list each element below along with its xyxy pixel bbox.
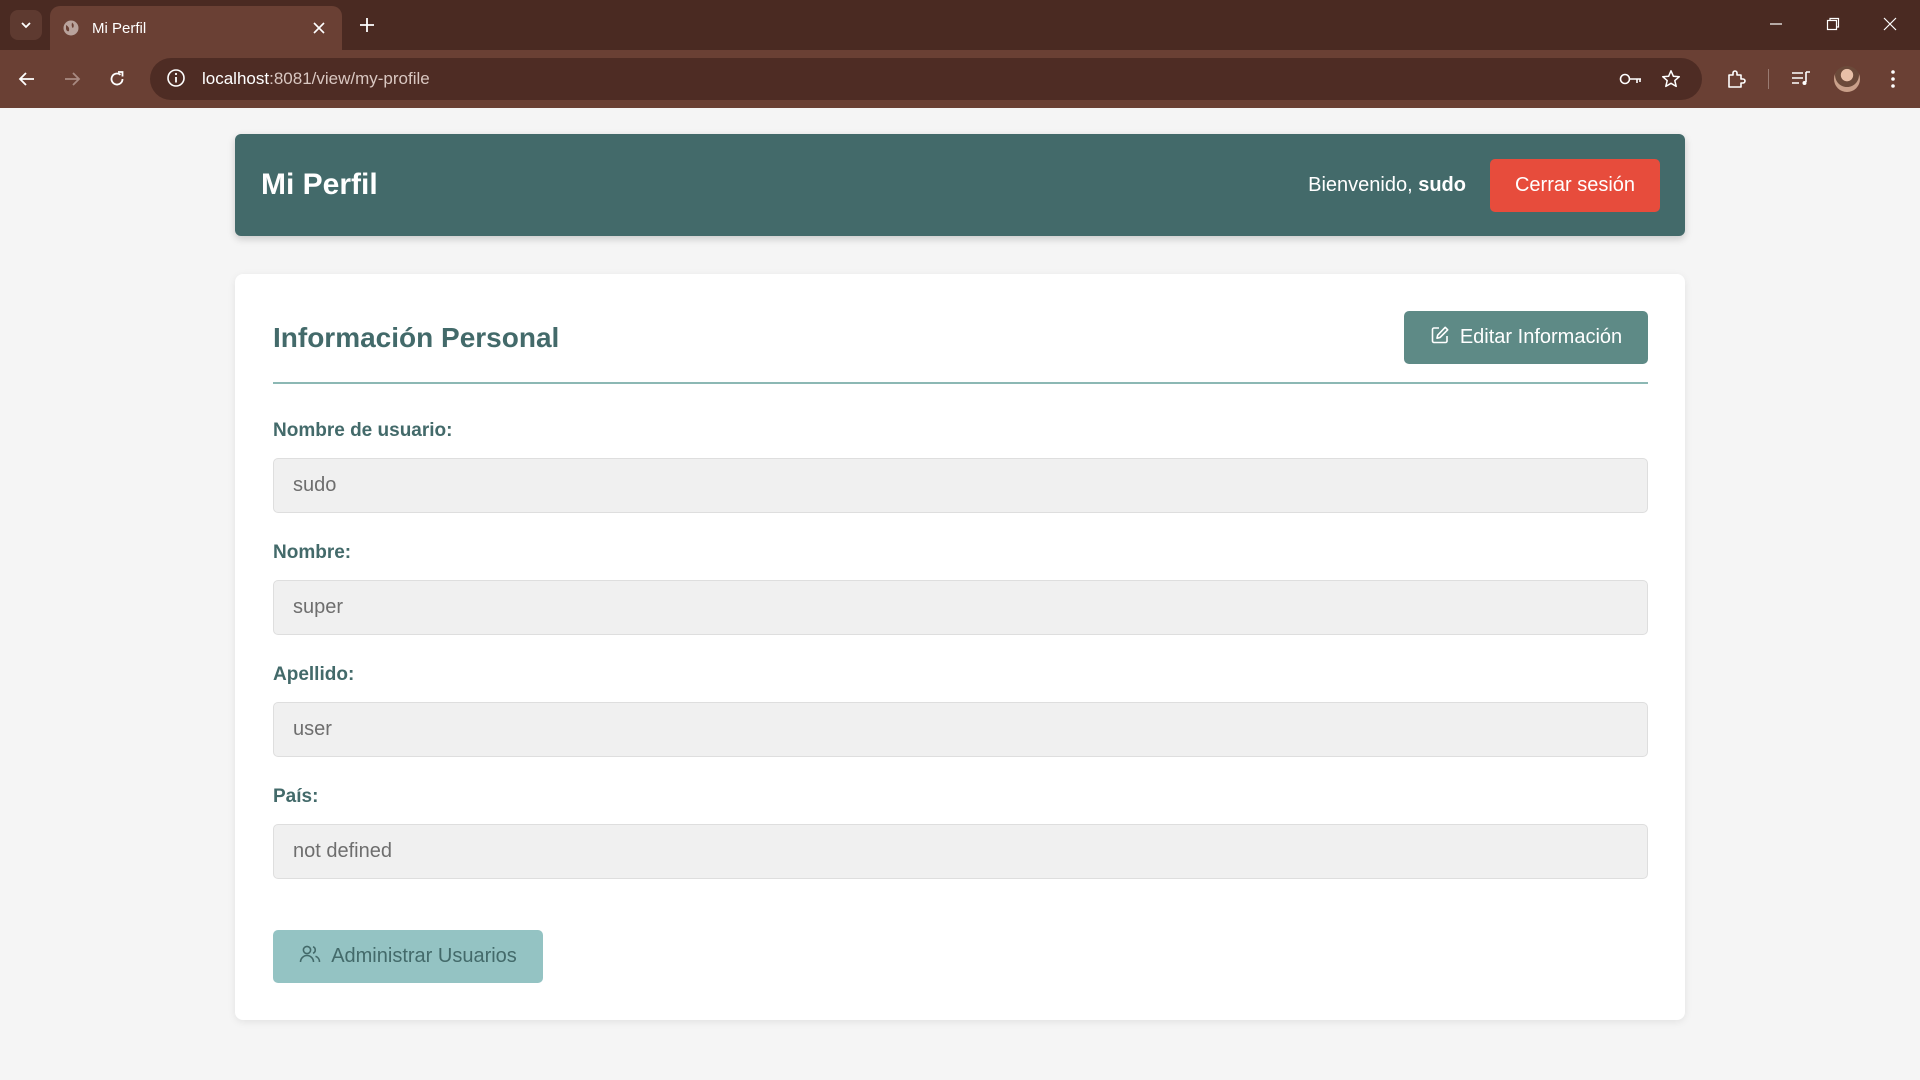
section-divider [273, 382, 1648, 384]
close-icon[interactable] [308, 17, 330, 39]
toolbar-separator [1768, 69, 1769, 89]
reload-icon[interactable] [100, 62, 134, 96]
extensions-icon[interactable] [1719, 62, 1753, 96]
section-title: Información Personal [273, 322, 560, 353]
current-username: sudo [1418, 174, 1466, 196]
welcome-prefix: Bienvenido, [1308, 174, 1419, 196]
manage-users-label: Administrar Usuarios [331, 945, 517, 967]
page-title: Mi Perfil [261, 168, 378, 201]
logout-button[interactable]: Cerrar sesión [1490, 159, 1660, 212]
browser-chrome: Mi Perfil localhost:8081/view/my-profile [0, 0, 1920, 108]
first-name-label: Nombre: [273, 542, 352, 563]
address-bar[interactable]: localhost:8081/view/my-profile [150, 58, 1702, 100]
profile-card: Información Personal Editar Información … [235, 274, 1685, 1020]
globe-icon [62, 19, 80, 37]
edit-info-button[interactable]: Editar Información [1404, 311, 1648, 364]
tab-title: Mi Perfil [92, 19, 147, 37]
forward-icon[interactable] [55, 62, 89, 96]
first-name-field[interactable] [273, 580, 1648, 635]
username-label: Nombre de usuario: [273, 420, 453, 441]
edit-info-label: Editar Información [1459, 326, 1623, 348]
key-icon[interactable] [1618, 68, 1644, 90]
restore-icon[interactable] [1811, 8, 1855, 40]
plus-icon[interactable] [352, 10, 382, 40]
username-field[interactable] [273, 458, 1648, 513]
profile-avatar[interactable] [1834, 66, 1860, 92]
country-field[interactable] [273, 824, 1648, 879]
browser-toolbar: localhost:8081/view/my-profile [0, 50, 1920, 108]
media-icon[interactable] [1784, 62, 1818, 96]
url-path: :8081/view/my-profile [269, 69, 430, 88]
tab-strip: Mi Perfil [0, 0, 1920, 50]
country-label: País: [273, 786, 319, 807]
tab-list-icon[interactable] [10, 10, 42, 40]
edit-icon [1430, 325, 1450, 351]
url-host: localhost [202, 69, 270, 88]
back-icon[interactable] [10, 62, 44, 96]
url-text[interactable]: localhost:8081/view/my-profile [202, 69, 430, 89]
info-icon[interactable] [166, 68, 188, 90]
window-close-icon[interactable] [1868, 8, 1912, 40]
users-icon [299, 944, 321, 970]
menu-icon[interactable] [1876, 62, 1910, 96]
star-icon[interactable] [1658, 68, 1684, 90]
last-name-field[interactable] [273, 702, 1648, 757]
minimize-icon[interactable] [1754, 8, 1798, 40]
browser-tab[interactable]: Mi Perfil [50, 6, 342, 50]
page-content: Mi Perfil Bienvenido, sudo Cerrar sesión… [0, 108, 1920, 1080]
last-name-label: Apellido: [273, 664, 355, 685]
welcome-message: Bienvenido, sudo [1308, 174, 1466, 197]
manage-users-button[interactable]: Administrar Usuarios [273, 930, 543, 983]
app-header: Mi Perfil Bienvenido, sudo Cerrar sesión [235, 134, 1685, 236]
